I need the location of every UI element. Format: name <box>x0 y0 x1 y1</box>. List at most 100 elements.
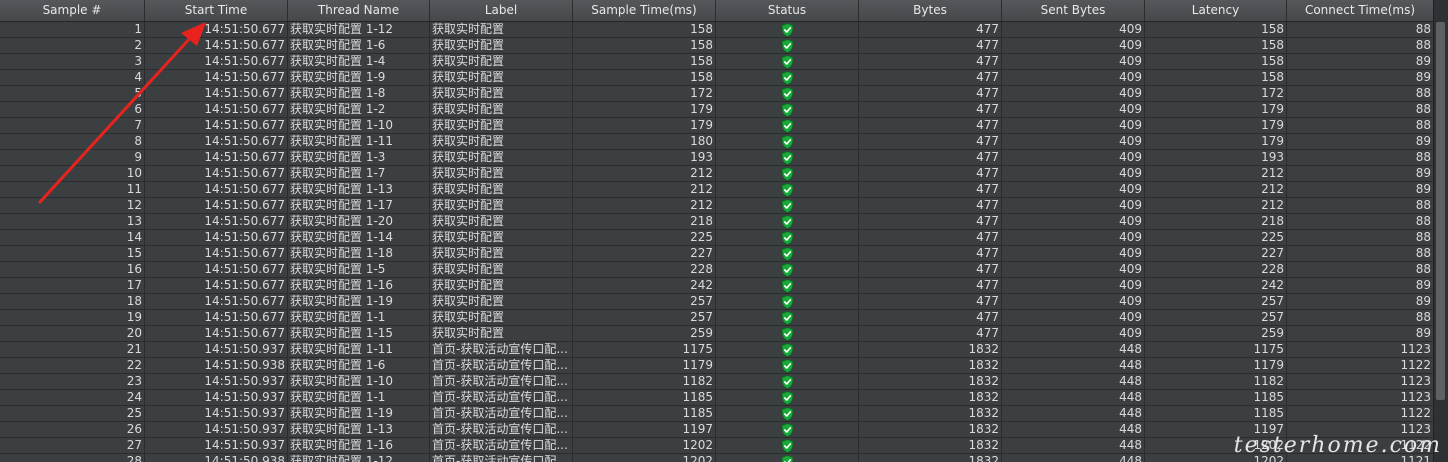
cell-bytes: 477 <box>859 118 1002 134</box>
cell-sample: 17 <box>0 278 145 294</box>
table-row[interactable]: 13 14:51:50.677 获取实时配置 1-20 获取实时配置 218 477 409… <box>0 214 1434 230</box>
cell-latency: 218 <box>1145 214 1287 230</box>
cell-bytes: 477 <box>859 294 1002 310</box>
cell-thread-name: 获取实时配置 1-16 <box>288 438 430 454</box>
table-row[interactable]: 23 14:51:50.937 获取实时配置 1-10 首页-获取活动宣传口配... 1… <box>0 374 1434 390</box>
cell-sent-bytes: 409 <box>1002 38 1145 54</box>
column-header-sample[interactable]: Sample # <box>0 0 145 21</box>
table-row[interactable]: 22 14:51:50.938 获取实时配置 1-6 首页-获取活动宣传口配... 11… <box>0 358 1434 374</box>
cell-latency: 212 <box>1145 198 1287 214</box>
vertical-scrollbar[interactable] <box>1433 0 1448 462</box>
table-row[interactable]: 24 14:51:50.937 获取实时配置 1-1 首页-获取活动宣传口配... 11… <box>0 390 1434 406</box>
cell-sample: 19 <box>0 310 145 326</box>
cell-label: 首页-获取活动宣传口配... <box>430 374 573 390</box>
column-header-thread-name[interactable]: Thread Name <box>288 0 430 21</box>
cell-sample: 18 <box>0 294 145 310</box>
table-row[interactable]: 21 14:51:50.937 获取实时配置 1-11 首页-获取活动宣传口配... 1… <box>0 342 1434 358</box>
cell-thread-name: 获取实时配置 1-18 <box>288 246 430 262</box>
cell-connect-time: 89 <box>1287 278 1434 294</box>
table-row[interactable]: 12 14:51:50.677 获取实时配置 1-17 获取实时配置 212 477 409… <box>0 198 1434 214</box>
table-row[interactable]: 15 14:51:50.677 获取实时配置 1-18 获取实时配置 227 477 409… <box>0 246 1434 262</box>
cell-sent-bytes: 409 <box>1002 54 1145 70</box>
cell-latency: 257 <box>1145 310 1287 326</box>
cell-start-time: 14:51:50.937 <box>145 390 288 406</box>
column-header-latency[interactable]: Latency <box>1145 0 1287 21</box>
cell-status <box>716 326 859 342</box>
cell-status <box>716 278 859 294</box>
table-row[interactable]: 5 14:51:50.677 获取实时配置 1-8 获取实时配置 172 477 409 17… <box>0 86 1434 102</box>
cell-bytes: 477 <box>859 278 1002 294</box>
cell-status <box>716 310 859 326</box>
table-row[interactable]: 28 14:51:50.938 获取实时配置 1-12 首页-获取活动宣传口配... 1… <box>0 454 1434 462</box>
table-row[interactable]: 11 14:51:50.677 获取实时配置 1-13 获取实时配置 212 477 409… <box>0 182 1434 198</box>
cell-connect-time: 89 <box>1287 134 1434 150</box>
table-row[interactable]: 10 14:51:50.677 获取实时配置 1-7 获取实时配置 212 477 409 2… <box>0 166 1434 182</box>
table-row[interactable]: 3 14:51:50.677 获取实时配置 1-4 获取实时配置 158 477 409 15… <box>0 54 1434 70</box>
cell-start-time: 14:51:50.677 <box>145 294 288 310</box>
table-row[interactable]: 9 14:51:50.677 获取实时配置 1-3 获取实时配置 193 477 409 19… <box>0 150 1434 166</box>
cell-sample-time: 1185 <box>573 390 716 406</box>
cell-start-time: 14:51:50.937 <box>145 422 288 438</box>
cell-sample-time: 172 <box>573 86 716 102</box>
cell-status <box>716 422 859 438</box>
table-row[interactable]: 19 14:51:50.677 获取实时配置 1-1 获取实时配置 257 477 409 2… <box>0 310 1434 326</box>
table-row[interactable]: 1 14:51:50.677 获取实时配置 1-12 获取实时配置 158 477 409 1… <box>0 22 1434 38</box>
table-row[interactable]: 20 14:51:50.677 获取实时配置 1-15 获取实时配置 259 477 409… <box>0 326 1434 342</box>
cell-start-time: 14:51:50.677 <box>145 166 288 182</box>
column-header-sent-bytes[interactable]: Sent Bytes <box>1002 0 1145 21</box>
scrollbar-thumb[interactable] <box>1436 22 1445 400</box>
cell-start-time: 14:51:50.677 <box>145 262 288 278</box>
table-row[interactable]: 18 14:51:50.677 获取实时配置 1-19 获取实时配置 257 477 409… <box>0 294 1434 310</box>
cell-status <box>716 38 859 54</box>
cell-bytes: 477 <box>859 86 1002 102</box>
cell-thread-name: 获取实时配置 1-6 <box>288 358 430 374</box>
green-shield-check-icon <box>781 134 794 149</box>
cell-status <box>716 246 859 262</box>
table-row[interactable]: 2 14:51:50.677 获取实时配置 1-6 获取实时配置 158 477 409 15… <box>0 38 1434 54</box>
cell-start-time: 14:51:50.677 <box>145 198 288 214</box>
cell-bytes: 1832 <box>859 358 1002 374</box>
cell-bytes: 1832 <box>859 342 1002 358</box>
cell-sample: 13 <box>0 214 145 230</box>
cell-status <box>716 438 859 454</box>
table-row[interactable]: 17 14:51:50.677 获取实时配置 1-16 获取实时配置 242 477 409… <box>0 278 1434 294</box>
table-row[interactable]: 16 14:51:50.677 获取实时配置 1-5 获取实时配置 228 477 409 2… <box>0 262 1434 278</box>
cell-latency: 158 <box>1145 22 1287 38</box>
table-row[interactable]: 27 14:51:50.937 获取实时配置 1-16 首页-获取活动宣传口配... 1… <box>0 438 1434 454</box>
table-row[interactable]: 14 14:51:50.677 获取实时配置 1-14 获取实时配置 225 477 409… <box>0 230 1434 246</box>
cell-thread-name: 获取实时配置 1-4 <box>288 54 430 70</box>
cell-latency: 179 <box>1145 134 1287 150</box>
table-row[interactable]: 26 14:51:50.937 获取实时配置 1-13 首页-获取活动宣传口配... 1… <box>0 422 1434 438</box>
cell-sample: 21 <box>0 342 145 358</box>
table-row[interactable]: 6 14:51:50.677 获取实时配置 1-2 获取实时配置 179 477 409 17… <box>0 102 1434 118</box>
column-header-bytes[interactable]: Bytes <box>859 0 1002 21</box>
cell-label: 首页-获取活动宣传口配... <box>430 390 573 406</box>
cell-thread-name: 获取实时配置 1-19 <box>288 294 430 310</box>
cell-connect-time: 88 <box>1287 246 1434 262</box>
cell-sample: 15 <box>0 246 145 262</box>
table-row[interactable]: 25 14:51:50.937 获取实时配置 1-19 首页-获取活动宣传口配... 1… <box>0 406 1434 422</box>
cell-sent-bytes: 409 <box>1002 166 1145 182</box>
column-header-status[interactable]: Status <box>716 0 859 21</box>
cell-thread-name: 获取实时配置 1-7 <box>288 166 430 182</box>
cell-sample: 16 <box>0 262 145 278</box>
cell-sample-time: 228 <box>573 262 716 278</box>
table-row[interactable]: 4 14:51:50.677 获取实时配置 1-9 获取实时配置 158 477 409 15… <box>0 70 1434 86</box>
table-row[interactable]: 7 14:51:50.677 获取实时配置 1-10 获取实时配置 179 477 409 1… <box>0 118 1434 134</box>
column-header-start-time[interactable]: Start Time <box>145 0 288 21</box>
cell-connect-time: 1123 <box>1287 342 1434 358</box>
cell-label: 首页-获取活动宣传口配... <box>430 438 573 454</box>
cell-sent-bytes: 409 <box>1002 294 1145 310</box>
column-header-sample-time[interactable]: Sample Time(ms) <box>573 0 716 21</box>
column-header-label[interactable]: Label <box>430 0 573 21</box>
green-shield-check-icon <box>781 310 794 325</box>
cell-label: 首页-获取活动宣传口配... <box>430 422 573 438</box>
table-row[interactable]: 8 14:51:50.677 获取实时配置 1-11 获取实时配置 180 477 409 1… <box>0 134 1434 150</box>
cell-bytes: 477 <box>859 70 1002 86</box>
cell-bytes: 477 <box>859 38 1002 54</box>
column-header-connect-time[interactable]: Connect Time(ms) <box>1287 0 1434 21</box>
cell-bytes: 477 <box>859 182 1002 198</box>
green-shield-check-icon <box>781 278 794 293</box>
cell-connect-time: 89 <box>1287 326 1434 342</box>
cell-sample: 23 <box>0 374 145 390</box>
